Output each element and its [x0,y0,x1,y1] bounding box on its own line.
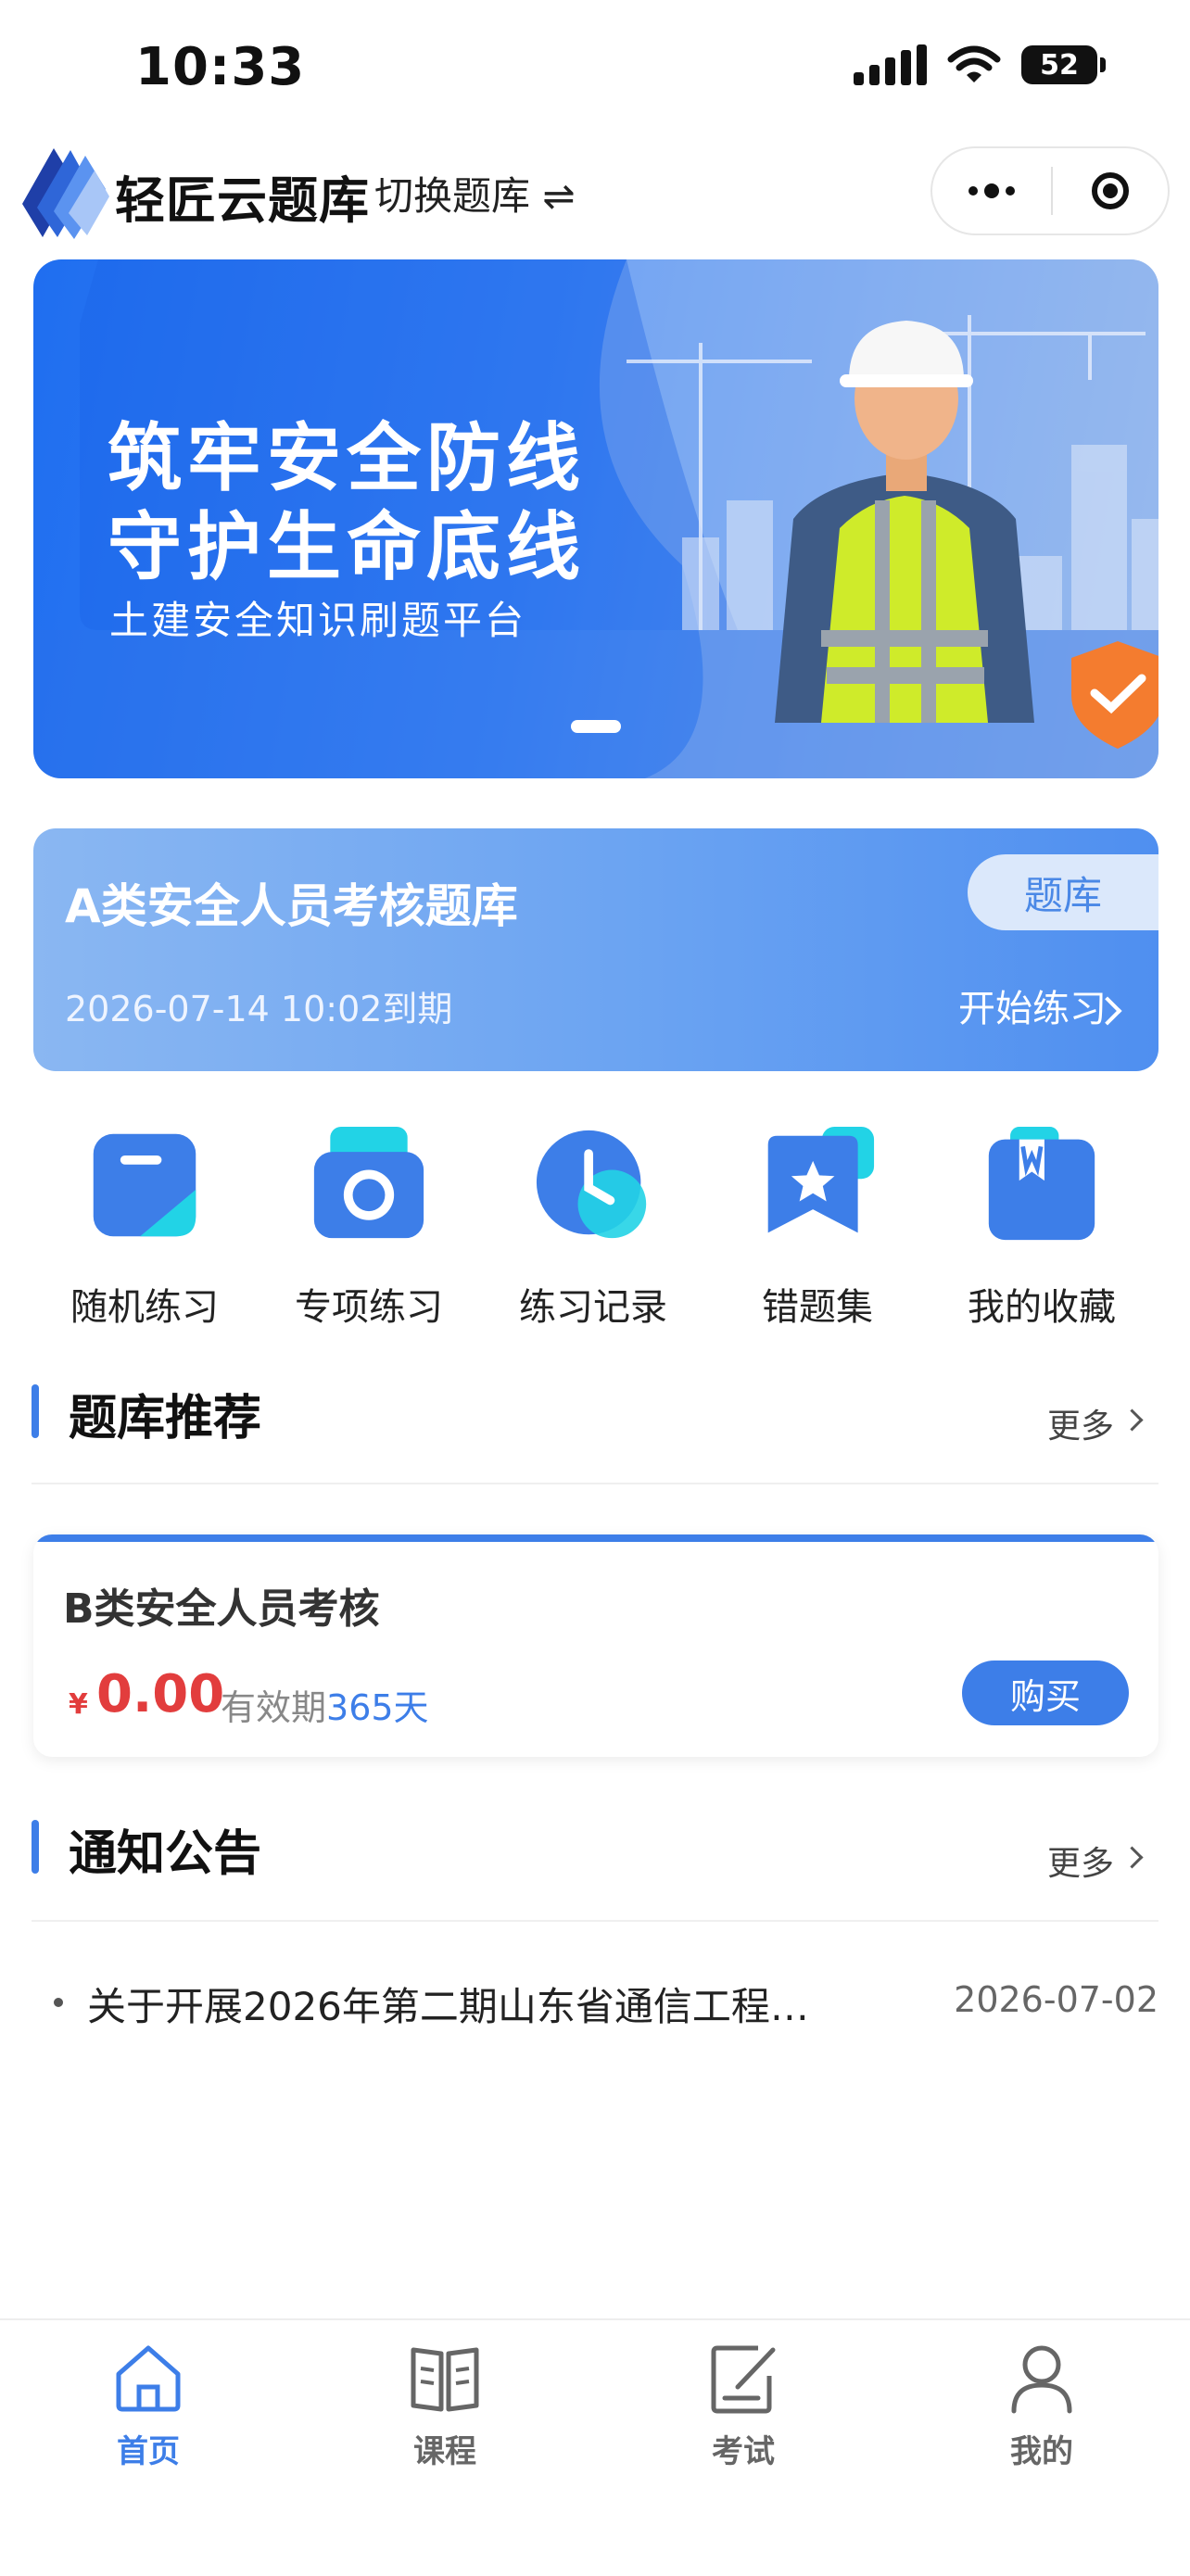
wifi-icon [947,45,1001,82]
quick-action-label: 专项练习 [295,1286,443,1329]
status-icons: 52 [854,44,1106,85]
banner-headline-2: 守护生命底线 [108,504,586,590]
quick-action-my-favorites[interactable]: 我的收藏 [930,1127,1153,1331]
random-practice-icon [93,1133,196,1237]
tab-label: 课程 [413,2433,476,2470]
card-accent-line [33,1534,1158,1542]
tab-label: 首页 [117,2433,180,2470]
quick-action-topic-practice[interactable]: 专项练习 [258,1127,480,1331]
recommend-library-card[interactable]: B类安全人员考核 ¥ 0.00 有效期365天 购买 [33,1534,1158,1757]
banner-subtitle: 土建安全知识刷题平台 [109,598,527,643]
price-currency: ¥ [69,1688,88,1721]
quick-action-label: 我的收藏 [968,1286,1116,1329]
price-value: 0.00 [96,1664,225,1724]
bullet-icon [54,1998,63,2007]
tab-label: 考试 [712,2433,775,2470]
cellular-signal-icon [854,44,927,85]
section-divider [32,1483,1158,1484]
carousel-indicator [571,720,621,733]
quick-action-label: 随机练习 [70,1286,219,1329]
notice-item-title[interactable]: 关于开展2026年第二期山东省通信工程… [87,1976,809,2032]
library-expire-date: 2026-07-14 10:02到期 [65,989,453,1029]
battery-icon: 52 [1021,45,1106,84]
recommend-more-link[interactable]: 更多 [1047,1399,1114,1447]
book-icon [411,2347,479,2412]
camera-icon [313,1127,424,1239]
app-logo-icon [22,148,109,239]
close-miniprogram-button[interactable] [1053,148,1168,234]
quick-action-label: 练习记录 [519,1286,667,1329]
validity-days: 365天 [326,1687,429,1728]
exam-edit-icon [711,2345,776,2414]
quick-action-practice-record[interactable]: 练习记录 [482,1127,704,1331]
library-name: A类安全人员考核题库 [65,879,518,933]
section-accent-bar [32,1820,39,1874]
recommend-title: B类安全人员考核 [63,1585,380,1633]
library-tag: 题库 [968,854,1158,930]
tab-courses[interactable]: 课程 [352,2341,538,2471]
bookmark-w-icon [988,1127,1095,1241]
banner-carousel[interactable]: 筑牢安全防线 守护生命底线 土建安全知识刷题平台 [33,259,1158,778]
buy-button[interactable]: 购买 [962,1661,1129,1725]
tab-label: 我的 [1010,2433,1073,2470]
miniprogram-capsule [930,146,1170,235]
app-title: 轻匠云题库 [115,171,370,230]
home-icon [116,2345,181,2412]
current-library-card[interactable]: A类安全人员考核题库 题库 2026-07-14 10:02到期 开始练习 [33,828,1158,1071]
notice-item-date: 2026-07-02 [954,1979,1158,2020]
tab-home[interactable]: 首页 [56,2341,241,2471]
recommend-section-title: 题库推荐 [69,1391,262,1446]
quick-action-wrong-questions[interactable]: 错题集 [706,1127,929,1331]
section-accent-bar [32,1384,39,1438]
tab-exam[interactable]: 考试 [651,2341,836,2471]
user-icon [1011,2345,1072,2414]
validity-prefix: 有效期 [221,1687,327,1728]
chevron-right-icon [1120,1846,1144,1869]
bottom-tab-bar: 首页 课程 考试 我的 [0,2318,1190,2576]
section-divider [32,1920,1158,1922]
switch-library-button[interactable]: 切换题库 ⇌ [374,165,576,221]
validity-text: 有效期365天 [221,1679,429,1730]
start-practice-button[interactable]: 开始练习 [958,979,1107,1032]
quick-action-label: 错题集 [762,1286,873,1329]
tab-mine[interactable]: 我的 [949,2341,1134,2471]
more-menu-button[interactable] [932,148,1051,234]
status-time: 10:33 [135,37,306,97]
clock-icon [536,1130,647,1239]
notice-section-title: 通知公告 [69,1826,262,1882]
target-icon [1092,172,1129,209]
notice-more-link[interactable]: 更多 [1047,1837,1114,1885]
quick-action-random-practice[interactable]: 随机练习 [33,1127,256,1331]
chevron-right-icon [1120,1408,1144,1432]
star-bookmark-icon [767,1127,875,1233]
